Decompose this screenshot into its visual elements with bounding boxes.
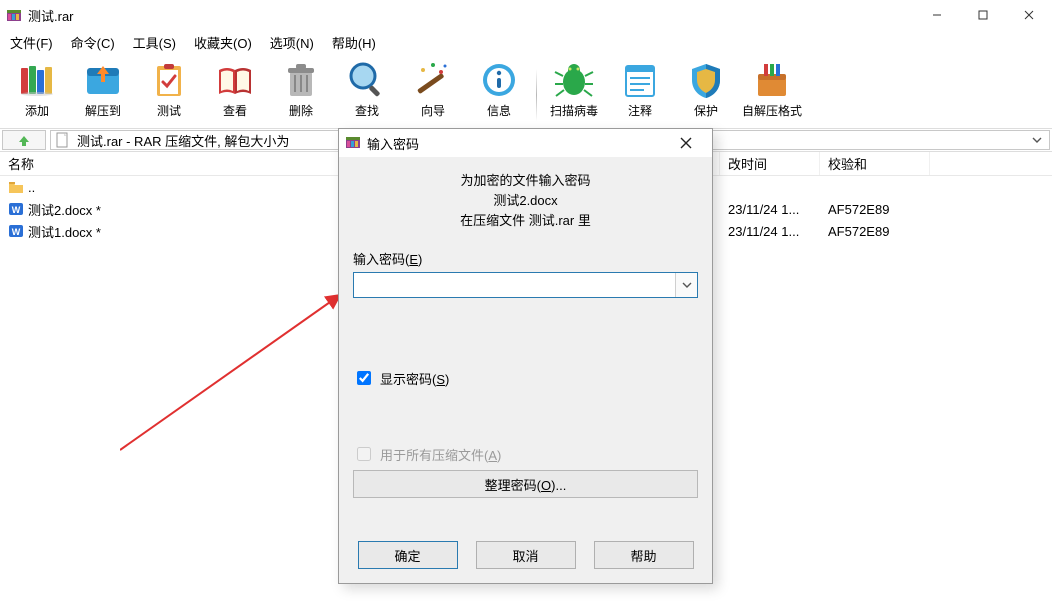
dialog-text-filename: 测试2.docx <box>353 191 698 211</box>
toolbar-virus-button[interactable]: 扫描病毒 <box>541 56 607 126</box>
notepad-icon <box>618 58 662 102</box>
chevron-down-icon[interactable] <box>1029 135 1045 145</box>
file-date: 23/11/24 1... <box>720 224 820 239</box>
toolbar-protect-label: 保护 <box>694 102 718 119</box>
wand-icon <box>411 58 455 102</box>
toolbar-view-label: 查看 <box>223 102 247 119</box>
books-stack-icon <box>15 58 59 102</box>
help-button[interactable]: 帮助 <box>594 541 694 569</box>
ok-button[interactable]: 确定 <box>358 541 458 569</box>
toolbar-info-label: 信息 <box>487 102 511 119</box>
password-combobox <box>353 272 698 298</box>
maximize-button[interactable] <box>960 0 1006 30</box>
toolbar-add-label: 添加 <box>25 102 49 119</box>
docx-icon: W <box>8 223 24 239</box>
menu-help[interactable]: 帮助(H) <box>324 31 384 54</box>
menu-options[interactable]: 选项(N) <box>262 31 322 54</box>
toolbar-extract-label: 解压到 <box>85 102 121 119</box>
password-dropdown-button[interactable] <box>675 273 697 297</box>
show-password-checkbox[interactable] <box>357 371 371 385</box>
toolbar-virus-label: 扫描病毒 <box>550 102 598 119</box>
dialog-titlebar: 输入密码 <box>339 129 712 157</box>
window-title: 测试.rar <box>28 6 74 25</box>
toolbar-delete-button[interactable]: 删除 <box>268 56 334 126</box>
password-dialog: 输入密码 为加密的文件输入密码 测试2.docx 在压缩文件 测试.rar 里 … <box>338 128 713 584</box>
toolbar-find-button[interactable]: 查找 <box>334 56 400 126</box>
toolbar-test-label: 测试 <box>157 102 181 119</box>
magnifier-icon <box>345 58 389 102</box>
toolbar-sfx-label: 自解压格式 <box>742 102 802 119</box>
sfx-box-icon <box>750 58 794 102</box>
toolbar-comment-button[interactable]: 注释 <box>607 56 673 126</box>
file-name: 测试2.docx * <box>28 200 101 219</box>
winrar-app-icon <box>6 7 22 23</box>
use-all-checkbox-row: 用于所有压缩文件(A) <box>353 444 698 464</box>
file-crc: AF572E89 <box>820 202 930 217</box>
col-date[interactable]: 改时间 <box>720 152 820 175</box>
toolbar-view-button[interactable]: 查看 <box>202 56 268 126</box>
toolbar-delete-label: 删除 <box>289 102 313 119</box>
extract-box-icon <box>81 58 125 102</box>
toolbar-protect-button[interactable]: 保护 <box>673 56 739 126</box>
close-button[interactable] <box>1006 0 1052 30</box>
toolbar-find-label: 查找 <box>355 102 379 119</box>
trash-icon <box>279 58 323 102</box>
toolbar-wizard-label: 向导 <box>421 102 445 119</box>
password-input[interactable] <box>354 274 675 296</box>
toolbar-info-button[interactable]: 信息 <box>466 56 532 126</box>
toolbar-comment-label: 注释 <box>628 102 652 119</box>
file-name: 测试1.docx * <box>28 222 101 241</box>
toolbar: 添加 解压到 测试 查看 删除 查找 向 <box>0 54 1052 128</box>
dialog-text-archive: 在压缩文件 测试.rar 里 <box>353 211 698 231</box>
password-label: 输入密码(E) <box>353 249 698 268</box>
bug-icon <box>552 58 596 102</box>
dialog-text-prompt: 为加密的文件输入密码 <box>353 171 698 191</box>
docx-icon: W <box>8 201 24 217</box>
open-book-icon <box>213 58 257 102</box>
file-name: .. <box>28 180 35 195</box>
minimize-button[interactable] <box>914 0 960 30</box>
menu-file[interactable]: 文件(F) <box>2 31 61 54</box>
info-icon <box>477 58 521 102</box>
menu-favorites[interactable]: 收藏夹(O) <box>186 31 260 54</box>
shield-icon <box>684 58 728 102</box>
file-date: 23/11/24 1... <box>720 202 820 217</box>
menubar: 文件(F) 命令(C) 工具(S) 收藏夹(O) 选项(N) 帮助(H) <box>0 30 1052 54</box>
svg-text:W: W <box>12 205 21 215</box>
address-text: 测试.rar - RAR 压缩文件, 解包大小为 <box>77 131 289 150</box>
clipboard-check-icon <box>147 58 191 102</box>
titlebar: 测试.rar <box>0 0 1052 30</box>
cancel-button[interactable]: 取消 <box>476 541 576 569</box>
show-password-checkbox-row[interactable]: 显示密码(S) <box>353 368 698 388</box>
toolbar-separator <box>536 69 537 121</box>
dialog-title: 输入密码 <box>367 134 419 153</box>
svg-text:W: W <box>12 227 21 237</box>
folder-icon <box>8 179 24 195</box>
dialog-close-button[interactable] <box>666 129 706 157</box>
toolbar-wizard-button[interactable]: 向导 <box>400 56 466 126</box>
toolbar-test-button[interactable]: 测试 <box>136 56 202 126</box>
toolbar-sfx-button[interactable]: 自解压格式 <box>739 56 805 126</box>
file-crc: AF572E89 <box>820 224 930 239</box>
menu-tools[interactable]: 工具(S) <box>125 31 184 54</box>
manage-passwords-button[interactable]: 整理密码(O)... <box>353 470 698 498</box>
toolbar-extract-button[interactable]: 解压到 <box>70 56 136 126</box>
file-icon <box>55 132 71 148</box>
go-up-button[interactable] <box>2 130 46 150</box>
toolbar-add-button[interactable]: 添加 <box>4 56 70 126</box>
menu-command[interactable]: 命令(C) <box>63 31 123 54</box>
use-all-checkbox <box>357 447 371 461</box>
col-crc[interactable]: 校验和 <box>820 152 930 175</box>
winrar-app-icon <box>345 134 361 153</box>
